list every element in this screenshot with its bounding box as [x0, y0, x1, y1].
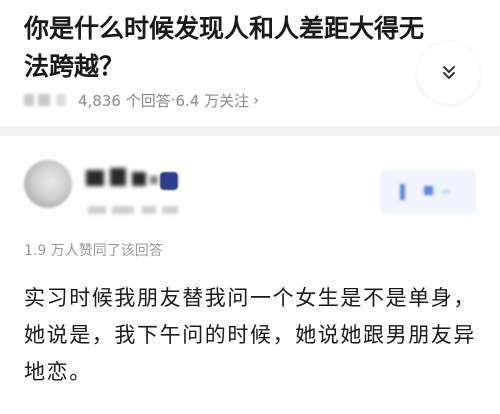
verified-badge-icon	[160, 172, 178, 190]
avatar[interactable]	[24, 160, 72, 208]
question-title[interactable]: 你是什么时候发现人和人差距大得无法跨越？	[24, 10, 424, 86]
chevron-double-down-icon	[443, 66, 455, 79]
follow-button[interactable]	[380, 170, 476, 214]
author-name-blurred[interactable]	[86, 164, 196, 192]
author-bio-blurred	[88, 204, 188, 216]
answer-count: 4,836 个回答	[78, 91, 171, 110]
collapse-button[interactable]	[418, 42, 480, 104]
chevron-right-icon: ›	[253, 91, 260, 109]
vote-summary: 1.9 万人赞同了该回答	[24, 243, 163, 259]
section-divider	[0, 126, 500, 136]
follower-count: 6.4 万关注	[175, 91, 250, 110]
answer-content[interactable]: 实习时候我朋友替我问一个女生是不是单身，她说是，我下午问的时候，她说她跟男朋友异…	[24, 280, 476, 391]
question-meta[interactable]: 4,836 个回答 · 6.4 万关注 ›	[24, 88, 259, 112]
asker-info-blurred	[24, 91, 70, 109]
